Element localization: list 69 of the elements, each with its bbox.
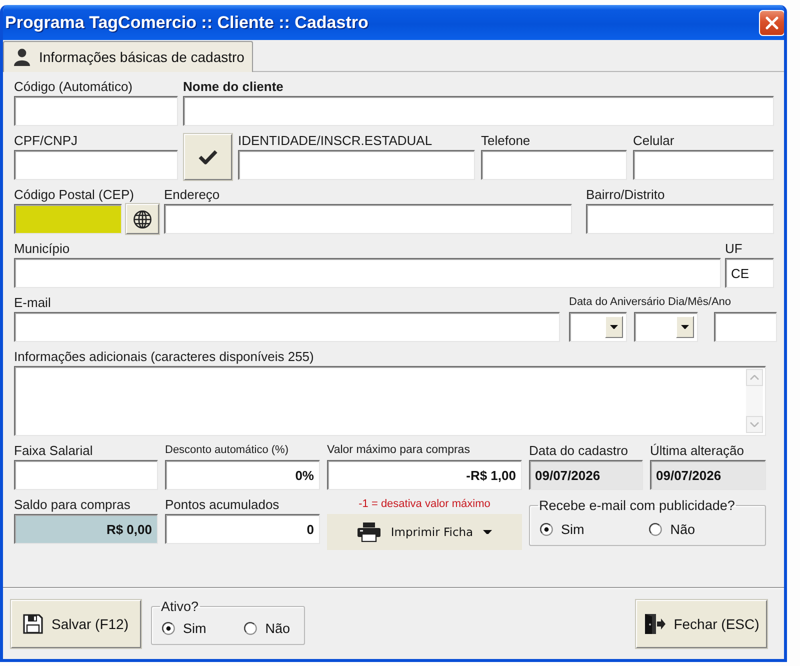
close-icon bbox=[765, 16, 779, 30]
identity-input[interactable] bbox=[238, 150, 475, 180]
caret-down-icon bbox=[483, 530, 492, 534]
field-label: Valor máximo para compras bbox=[327, 443, 470, 458]
field-label: Código Postal (CEP) bbox=[14, 186, 134, 204]
field-label: Faixa Salarial bbox=[14, 442, 93, 460]
caret-down-icon bbox=[681, 324, 689, 330]
city-input[interactable] bbox=[14, 258, 721, 288]
check-button[interactable] bbox=[184, 134, 232, 180]
person-icon bbox=[13, 48, 31, 66]
name-input[interactable] bbox=[183, 96, 774, 126]
globe-icon bbox=[133, 210, 152, 228]
discount-input[interactable]: 0% bbox=[165, 460, 320, 490]
field-label: Data do Aniversário Dia/Mês/Ano bbox=[569, 295, 732, 310]
field-label: IDENTIDADE/INSCR.ESTADUAL bbox=[238, 132, 432, 150]
mobile-input[interactable] bbox=[633, 150, 774, 180]
caret-down-icon bbox=[610, 324, 618, 330]
phone-input[interactable] bbox=[481, 150, 627, 180]
field-label: Informações adicionais (caracteres disponíveis 255) bbox=[14, 348, 314, 366]
field-label: Município bbox=[14, 240, 70, 258]
code-input[interactable] bbox=[14, 96, 178, 126]
field-label: Última alteração bbox=[650, 442, 744, 460]
field-label: Celular bbox=[633, 132, 674, 150]
field-label: Saldo para compras bbox=[14, 496, 130, 514]
field-label: Endereço bbox=[164, 186, 220, 204]
group-title: Recebe e-mail com publicidade? bbox=[538, 498, 736, 513]
field-label: Desconto automático (%) bbox=[165, 443, 288, 458]
field-label: E-mail bbox=[14, 294, 51, 312]
arrow-up-icon bbox=[750, 375, 759, 380]
field-label: Nome do cliente bbox=[183, 78, 284, 96]
month-dropdown[interactable] bbox=[634, 312, 698, 342]
postal-code-input[interactable] bbox=[14, 204, 122, 234]
field-label: Código (Automático) bbox=[14, 78, 132, 96]
hint-text: -1 = desativa valor máximo bbox=[358, 497, 490, 512]
radio-option[interactable]: Sim bbox=[162, 621, 206, 636]
cpf-input[interactable] bbox=[14, 150, 178, 180]
printer-icon bbox=[356, 522, 381, 542]
field-label: Telefone bbox=[481, 132, 530, 150]
radio-option[interactable]: Não bbox=[649, 522, 695, 536]
globe-button[interactable] bbox=[126, 204, 159, 234]
field-label: Pontos acumulados bbox=[165, 496, 280, 514]
field-label: UF bbox=[725, 240, 742, 258]
last-change-date-field[interactable]: 09/07/2026 bbox=[650, 460, 766, 490]
close-dialog-button[interactable]: Fechar (ESC) bbox=[636, 600, 767, 648]
balance-field[interactable]: R$ 0,00 bbox=[14, 514, 158, 544]
salary-range-input[interactable] bbox=[14, 460, 158, 490]
radio-option[interactable]: Sim bbox=[540, 522, 584, 536]
radio-option[interactable]: Não bbox=[244, 621, 290, 636]
check-icon bbox=[198, 149, 218, 165]
close-button[interactable] bbox=[759, 10, 784, 36]
address-input[interactable] bbox=[164, 204, 572, 234]
field-label: Bairro/Distrito bbox=[586, 186, 665, 204]
state-input[interactable]: CE bbox=[725, 258, 774, 288]
points-input[interactable]: 0 bbox=[165, 514, 320, 544]
field-label: CPF/CNPJ bbox=[14, 132, 78, 150]
tab[interactable]: Informações básicas de cadastro bbox=[3, 41, 254, 72]
max-purchase-input[interactable]: -R$ 1,00 bbox=[327, 460, 522, 490]
year-input[interactable] bbox=[714, 312, 777, 342]
door-exit-icon bbox=[644, 612, 666, 634]
window-title: Programa TagComercio :: Cliente :: Cadastro bbox=[5, 12, 368, 32]
field-label: Data do cadastro bbox=[529, 442, 628, 460]
save-button[interactable]: Salvar (F12) bbox=[11, 600, 141, 648]
day-dropdown[interactable] bbox=[569, 312, 627, 342]
print-button[interactable]: Imprimir Ficha bbox=[327, 514, 522, 550]
registration-date-field[interactable]: 09/07/2026 bbox=[529, 460, 643, 490]
group-title: Ativo? bbox=[160, 598, 200, 614]
email-input[interactable] bbox=[14, 312, 560, 342]
arrow-down-icon bbox=[750, 422, 759, 427]
district-input[interactable] bbox=[586, 204, 774, 234]
